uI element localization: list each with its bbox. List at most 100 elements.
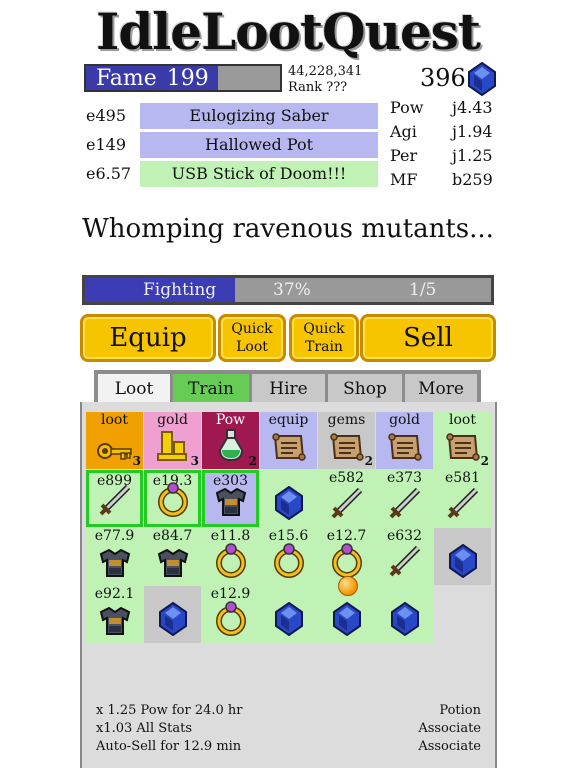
slot-count: 2 [248,454,257,468]
ring-icon [215,600,247,640]
inventory-slot[interactable]: e11.8 [202,528,259,585]
buff-source: Associate [418,721,481,736]
inventory-slot[interactable]: loot 3 [86,412,143,469]
ring-icon [157,481,189,521]
inventory-slot[interactable]: gems 2 [318,412,375,469]
ring-icon [273,542,305,582]
armor-icon [213,487,249,521]
inventory-slot[interactable]: loot 2 [434,412,491,469]
slot-count: 2 [364,454,373,468]
stat-name: Per [390,146,418,165]
quick-train-button[interactable]: Quick Train [289,314,359,362]
stat-value: b259 [452,170,493,189]
scroll-icon [445,432,481,466]
sell-button[interactable]: Sell [360,314,496,362]
armor-icon [155,548,191,582]
inventory-slot[interactable] [260,586,317,643]
inventory-slot[interactable]: gold 3 [144,412,201,469]
sword-icon [446,486,480,524]
gem-icon [158,601,187,640]
scroll-icon [387,432,423,466]
slot-label: gold [389,412,420,428]
key-icon [96,440,133,466]
quick-loot-button[interactable]: Quick Loot [218,314,286,362]
stat-value: j4.43 [452,98,493,117]
fight-progress-bar: Fighting 37% 1/5 [82,275,494,305]
inventory-slot[interactable] [260,470,317,527]
gem-icon [390,601,419,640]
inventory-slot[interactable]: e582 [318,470,375,527]
buff-source: Associate [418,739,481,754]
slot-label: gold [157,412,188,428]
stat-value: j1.94 [452,122,493,141]
slot-count: 3 [190,454,199,468]
inventory-slot[interactable]: e77.9 [86,528,143,585]
tab-hire[interactable]: Hire [252,374,325,404]
slot-label: e92.1 [94,586,135,602]
slot-label: gems [327,412,366,428]
inventory-slot[interactable]: e303 [202,470,259,527]
equipment-level: e149 [86,135,127,154]
game-title: IdleLootQuest [95,2,481,61]
orb-icon [338,576,358,596]
inventory-slot[interactable]: e15.6 [260,528,317,585]
slot-label: e582 [328,470,364,486]
scroll-icon [329,432,365,466]
quick-loot-line1: Quick [231,321,273,337]
buff-text: Auto-Sell for 12.9 min [96,739,242,754]
tab-shop[interactable]: Shop [328,374,402,404]
inventory-slot[interactable]: e12.9 [202,586,259,643]
fight-label: Fighting [143,280,217,300]
tab-loot[interactable]: Loot [98,374,170,404]
fame-label: Fame [96,66,157,91]
inventory-slot[interactable]: e899 [86,470,143,527]
buff-source: Potion [439,703,481,718]
inventory-slot[interactable]: gold [376,412,433,469]
inventory-slot[interactable] [434,528,491,585]
ring-icon [215,542,247,582]
equipment-name[interactable]: Hallowed Pot [140,132,378,158]
gem-icon [274,601,303,640]
inventory-slot[interactable]: e373 [376,470,433,527]
gem-icon [332,601,361,640]
tab-more[interactable]: More [405,374,477,404]
gem-icon [468,61,496,100]
quick-train-line2: Train [305,339,343,355]
equipment-name[interactable]: USB Stick of Doom!!! [140,161,378,187]
gem-count: 396 [420,64,466,92]
equip-button[interactable]: Equip [80,314,216,362]
buff-text: x1.03 All Stats [96,721,193,736]
inventory-slot[interactable] [144,586,201,643]
fight-wave: 1/5 [409,280,437,300]
inventory-slot[interactable]: e19.3 [144,470,201,527]
fame-value: 199 [166,66,209,91]
stat-value: j1.25 [452,146,493,165]
equipment-level: e6.57 [86,164,132,183]
slot-label: e373 [386,470,422,486]
slot-label: loot [449,412,476,428]
buff-text: x 1.25 Pow for 24.0 hr [96,703,243,718]
rank-text: Rank ??? [288,80,348,95]
slot-label: e77.9 [94,528,135,544]
slot-label: e581 [444,470,480,486]
gem-icon [448,543,477,582]
equipment-name[interactable]: Eulogizing Saber [140,103,378,129]
inventory-slot[interactable]: e581 [434,470,491,527]
sword-icon [330,486,364,524]
armor-icon [97,548,133,582]
inventory-slot[interactable] [376,586,433,643]
score-total: 44,228,341 [288,64,363,79]
stat-name: Agi [390,122,417,141]
fight-percent: 37% [273,280,311,300]
inventory-slot[interactable]: e92.1 [86,586,143,643]
equipment-level: e495 [86,106,127,125]
gem-icon [274,485,303,524]
armor-icon [97,606,133,640]
inventory-slot[interactable]: equip [260,412,317,469]
stat-name: MF [390,170,418,189]
inventory-slot[interactable]: Pow 2 [202,412,259,469]
inventory-slot[interactable]: e84.7 [144,528,201,585]
tab-train[interactable]: Train [173,374,249,404]
tab-bar: Loot Train Hire Shop More [94,370,481,404]
inventory-slot[interactable]: e632 [376,528,433,585]
